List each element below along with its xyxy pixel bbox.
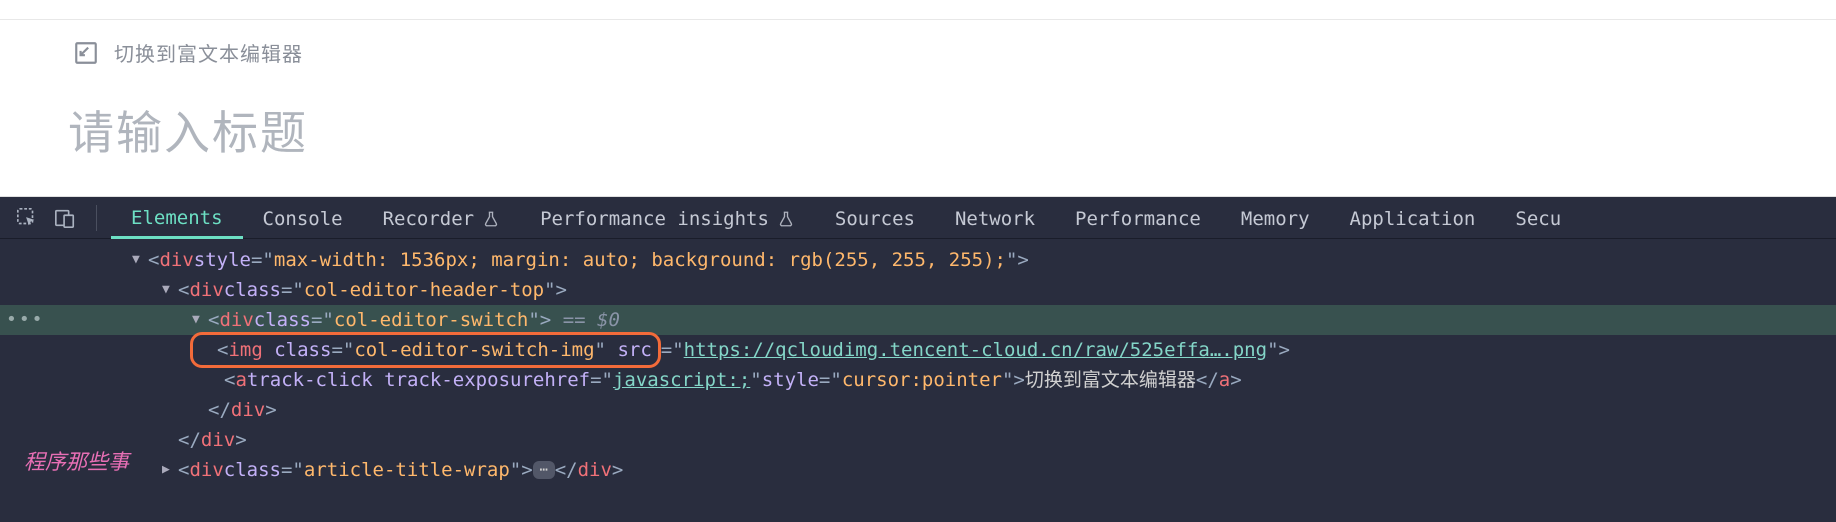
highlight-annotation: <img class="col-editor-switch-img" src: [190, 332, 661, 368]
tab-application[interactable]: Application: [1330, 198, 1496, 238]
watermark-text: 程序那些事: [24, 447, 129, 477]
attr-val: col-editor-switch: [334, 305, 528, 335]
attr-val: cursor:pointer: [842, 365, 1002, 395]
dom-line[interactable]: ▼<div style="max-width: 1536px; margin: …: [0, 245, 1836, 275]
devtools-panel: Elements Console Recorder Performance in…: [0, 197, 1836, 522]
dom-line[interactable]: ▼<div class="col-editor-header-top">: [0, 275, 1836, 305]
editor-pane: 切换到富文本编辑器 请输入标题: [0, 0, 1836, 197]
dom-line[interactable]: </div>: [0, 425, 1836, 455]
ellipsis-icon[interactable]: ⋯: [533, 461, 555, 479]
tab-performance[interactable]: Performance: [1055, 198, 1221, 238]
attr-val: col-editor-header-top: [304, 275, 544, 305]
text-node: 切换到富文本编辑器: [1025, 365, 1196, 395]
dom-tree[interactable]: ••• ▼<div style="max-width: 1536px; marg…: [0, 239, 1836, 485]
attr-val-url: javascript:;: [613, 365, 750, 395]
device-toggle-icon[interactable]: [52, 205, 78, 231]
tab-security[interactable]: Secu: [1495, 198, 1581, 238]
inspect-icon[interactable]: [14, 205, 40, 231]
tab-sources[interactable]: Sources: [815, 198, 935, 238]
attr-val: col-editor-switch-img: [354, 339, 594, 361]
switch-editor-icon: [72, 39, 100, 67]
tab-network[interactable]: Network: [935, 198, 1055, 238]
devtools-toolbar: Elements Console Recorder Performance in…: [0, 197, 1836, 239]
editor-switch-label: 切换到富文本编辑器: [114, 38, 303, 67]
tab-performance-insights[interactable]: Performance insights: [520, 198, 815, 238]
attr-val: article-title-wrap: [304, 455, 510, 485]
dom-line[interactable]: <a track-click track-exposure href="java…: [0, 365, 1836, 395]
attr-val: max-width: 1536px; margin: auto; backgro…: [274, 245, 1006, 275]
gutter-dots-icon: •••: [6, 305, 45, 335]
tab-console[interactable]: Console: [243, 198, 363, 238]
tab-memory[interactable]: Memory: [1221, 198, 1330, 238]
attr-name: track-click track-exposure: [247, 365, 544, 395]
top-border: [0, 0, 1836, 20]
title-input[interactable]: 请输入标题: [0, 67, 1836, 163]
editor-switch-row[interactable]: 切换到富文本编辑器: [0, 20, 1836, 67]
flask-icon: [777, 209, 795, 229]
selection-marker: == $0: [551, 305, 620, 335]
flask-icon: [482, 209, 500, 229]
toolbar-separator: [96, 205, 97, 231]
attr-val-url: https://qcloudimg.tencent-cloud.cn/raw/5…: [684, 335, 1267, 365]
dom-line-selected[interactable]: ▼<div class="col-editor-switch"> == $0: [0, 305, 1836, 335]
dom-line[interactable]: ▶<div class="article-title-wrap">⋯</div>: [0, 455, 1836, 485]
tab-elements[interactable]: Elements: [111, 197, 243, 239]
dom-line-highlighted[interactable]: <img class="col-editor-switch-img" src="…: [0, 335, 1836, 365]
tab-perf-insights-label: Performance insights: [540, 208, 769, 230]
dom-line[interactable]: </div>: [0, 395, 1836, 425]
tab-recorder-label: Recorder: [383, 208, 475, 230]
tab-recorder[interactable]: Recorder: [363, 198, 521, 238]
